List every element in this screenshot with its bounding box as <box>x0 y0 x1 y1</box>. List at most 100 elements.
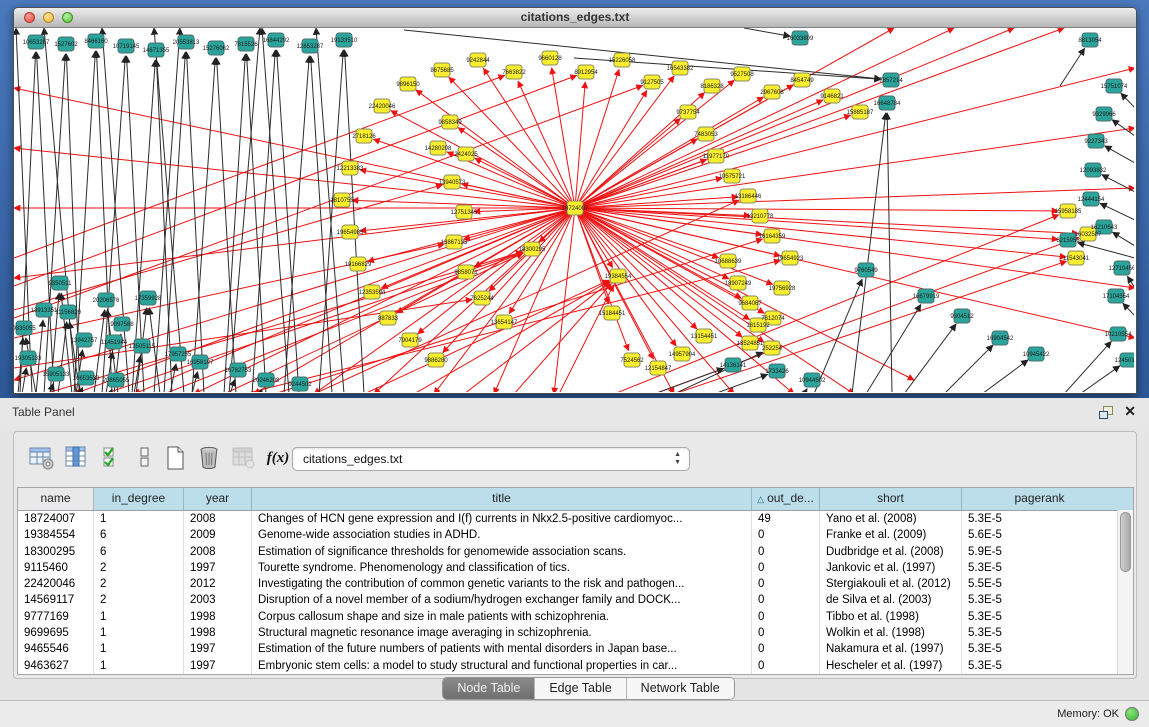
cell-name: 9777169 <box>18 609 94 625</box>
black-edge <box>1113 232 1134 246</box>
column-header-in_degree[interactable]: in_degree <box>94 488 184 510</box>
red-edge <box>575 208 1078 233</box>
function-builder-icon[interactable]: f(x) <box>263 444 293 472</box>
network-node-label: 17957255 <box>165 352 192 358</box>
network-node-label: 11156829 <box>55 310 81 316</box>
table-settings-icon[interactable] <box>28 444 56 472</box>
scrollbar-thumb[interactable] <box>1120 512 1131 572</box>
black-edge <box>252 50 275 392</box>
table-body: 1872400712008Changes of HCN gene express… <box>18 511 1133 674</box>
network-node-label: 12751345 <box>451 210 478 216</box>
table-row[interactable]: 1938455462009Genome-wide association stu… <box>18 527 1133 543</box>
network-node-label: 12444154 <box>1078 197 1105 203</box>
black-edge <box>944 345 993 392</box>
red-edge <box>575 100 823 208</box>
cell-pagerank: 5.3E-5 <box>962 625 1117 641</box>
cell-pagerank: 5.3E-5 <box>962 609 1117 625</box>
network-node-label: 7483053 <box>694 132 718 138</box>
network-node-label: 15905133 <box>43 372 70 378</box>
network-canvas[interactable]: 1872400722420046271812612213383181075519… <box>14 28 1134 392</box>
network-node-label: 1810755 <box>330 198 354 204</box>
column-header-year[interactable]: year <box>184 488 252 510</box>
network-node-label: 20206576 <box>93 298 120 304</box>
network-node-label: 15751074 <box>1101 84 1128 90</box>
cell-title: Embryonic stem cells: a model to study s… <box>252 658 752 674</box>
network-node-label: 9527508 <box>730 72 754 78</box>
table-row[interactable]: 946362711997Embryonic stem cells: a mode… <box>18 658 1133 674</box>
tab-node-table[interactable]: Node Table <box>443 678 535 699</box>
cell-year: 2008 <box>184 544 252 560</box>
cell-title: Disruption of a novel member of a sodium… <box>252 592 752 608</box>
cell-year: 2008 <box>184 511 252 527</box>
tab-edge-table[interactable]: Edge Table <box>535 678 626 699</box>
table-row[interactable]: 946554611997Estimation of the future num… <box>18 641 1133 657</box>
network-node-label: 8813054 <box>1078 38 1102 44</box>
network-node-label: 13867133 <box>441 240 468 246</box>
red-edge <box>14 75 505 258</box>
table-vertical-scrollbar[interactable] <box>1117 510 1133 674</box>
black-edge <box>814 279 862 392</box>
table-row[interactable]: 1872400712008Changes of HCN gene express… <box>18 511 1133 527</box>
column-header-name[interactable]: name <box>18 488 94 510</box>
cell-name: 19384554 <box>18 527 94 543</box>
network-node-label: 10944502 <box>799 378 826 384</box>
cell-in_degree: 1 <box>94 658 184 674</box>
table-selector-combo[interactable]: citations_edges.txt ▲▼ <box>292 447 690 471</box>
table-row[interactable]: 977716911998Corpus callosum shape and si… <box>18 609 1133 625</box>
red-edge <box>14 76 577 286</box>
cell-pagerank: 5.3E-5 <box>962 592 1117 608</box>
select-rows-icon[interactable] <box>100 444 128 472</box>
column-header-pagerank[interactable]: pagerank <box>962 488 1117 510</box>
tab-network-table[interactable]: Network Table <box>627 678 734 699</box>
black-edge <box>904 324 956 392</box>
network-node-label: 14671355 <box>143 48 170 54</box>
cell-out_degree: 0 <box>752 592 820 608</box>
network-node-label: 14957904 <box>669 352 696 358</box>
column-header-title[interactable]: title <box>252 488 752 510</box>
network-node-label: 8186328 <box>700 84 724 90</box>
cell-out_degree: 0 <box>752 560 820 576</box>
column-visibility-icon[interactable] <box>63 444 91 472</box>
import-table-icon[interactable] <box>230 444 258 472</box>
cell-title: Structural magnetic resonance image aver… <box>252 625 752 641</box>
red-edge <box>575 208 773 284</box>
cell-out_degree: 0 <box>752 544 820 560</box>
memory-ok-icon[interactable] <box>1125 707 1139 721</box>
network-node-label: 8454749 <box>790 78 814 84</box>
network-node-label: 9244502 <box>288 382 312 388</box>
black-edge <box>982 360 1028 392</box>
network-node-label: 19166829 <box>345 262 372 268</box>
network-node-label: 19133510 <box>331 38 358 44</box>
network-node-label: 13210778 <box>747 214 774 220</box>
network-node-label: 7815526 <box>234 42 258 48</box>
network-node-label: 16033809 <box>787 36 814 42</box>
row-height-icon[interactable] <box>132 444 160 472</box>
network-node-label: 13913351 <box>31 308 58 314</box>
black-edge <box>247 54 266 392</box>
cell-title: Tourette syndrome. Phenomenology and cla… <box>252 560 752 576</box>
column-header-out_degree[interactable]: △out_de... <box>752 488 820 510</box>
cell-title: Corpus callosum shape and size in male p… <box>252 609 752 625</box>
window-titlebar[interactable]: citations_edges.txt <box>14 8 1136 28</box>
table-row[interactable]: 1456911722003Disruption of a novel membe… <box>18 592 1133 608</box>
network-node-label: 252254 <box>762 346 783 352</box>
cell-in_degree: 1 <box>94 511 184 527</box>
network-node-label: 15184451 <box>599 311 626 317</box>
red-edge <box>254 208 575 392</box>
float-panel-icon[interactable] <box>1099 406 1113 419</box>
cell-short: Franke et al. (2009) <box>820 527 962 543</box>
black-edge <box>744 28 790 36</box>
delete-table-icon[interactable] <box>196 444 224 472</box>
table-row[interactable]: 911546021997Tourette syndrome. Phenomeno… <box>18 560 1133 576</box>
table-row[interactable]: 969969511998Structural magnetic resonanc… <box>18 625 1133 641</box>
network-node-label: 18907249 <box>725 281 752 287</box>
close-panel-icon[interactable]: ✕ <box>1124 403 1136 419</box>
new-table-icon[interactable] <box>162 444 190 472</box>
network-node-label: 12710456 <box>1109 266 1134 272</box>
cell-name: 18300295 <box>18 544 94 560</box>
table-row[interactable]: 1830029562008Estimation of significance … <box>18 544 1133 560</box>
table-row[interactable]: 2242004622012Investigating the contribut… <box>18 576 1133 592</box>
table-panel-body: f(x) citations_edges.txt ▲▼ namein_degre… <box>0 427 1149 700</box>
red-edge <box>575 208 764 342</box>
column-header-short[interactable]: short <box>820 488 962 510</box>
